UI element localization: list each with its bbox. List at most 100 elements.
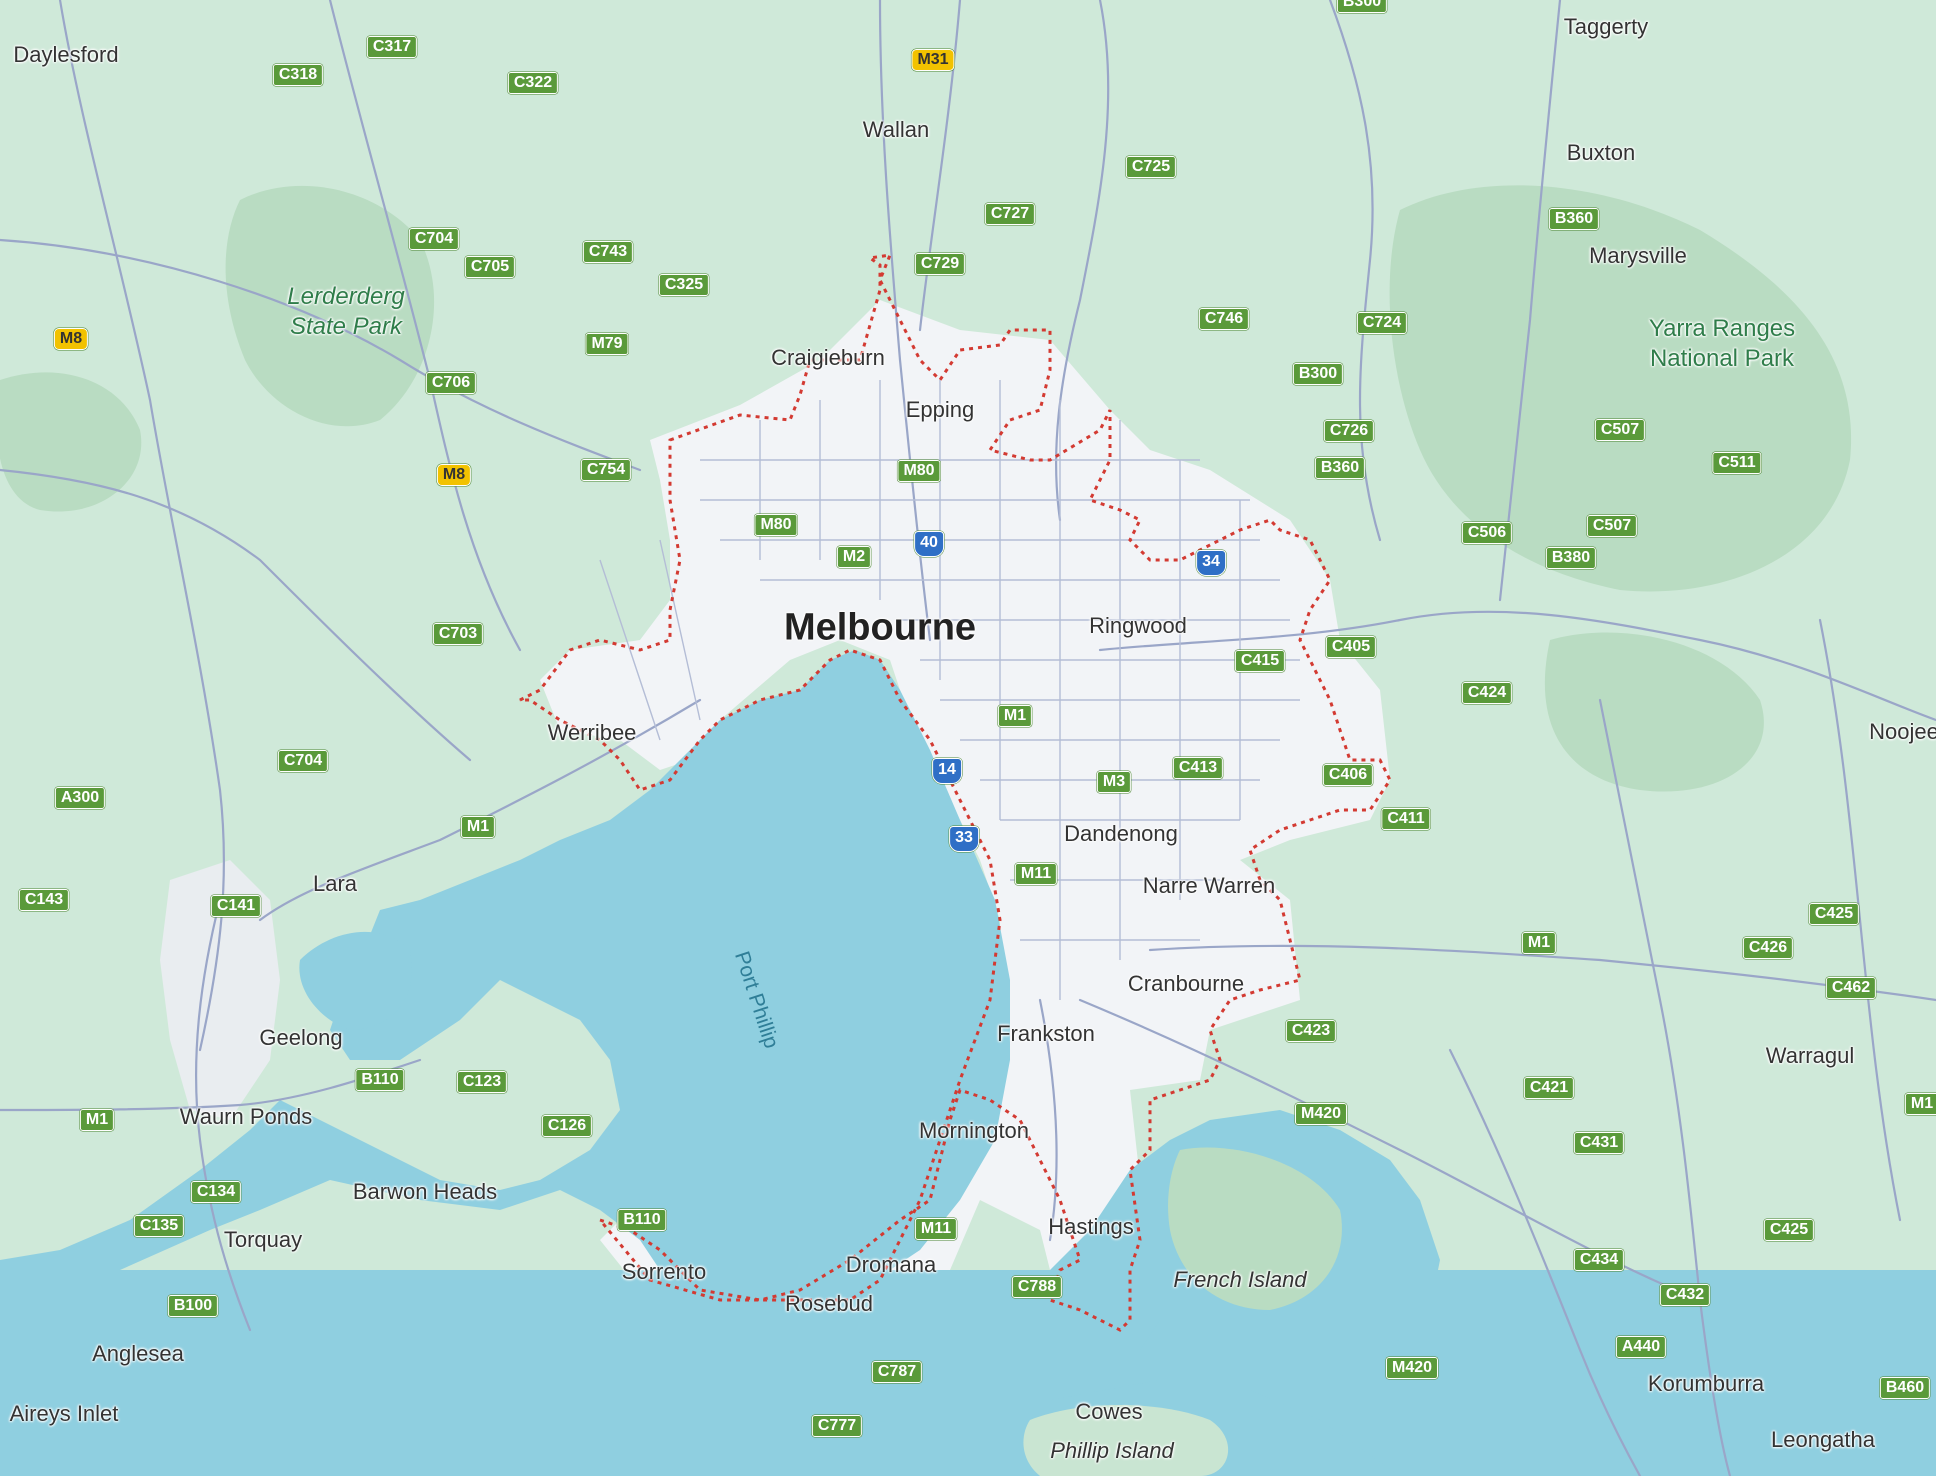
road-shield-c706[interactable]: C706 [425,372,477,394]
place-daylesford[interactable]: Daylesford [13,42,118,68]
road-shield-c425[interactable]: C425 [1808,903,1860,925]
place-korumburra[interactable]: Korumburra [1648,1371,1764,1397]
road-shield-c507[interactable]: C507 [1594,419,1646,441]
road-shield-40[interactable]: 40 [914,531,944,557]
road-shield-b300[interactable]: B300 [1292,363,1344,385]
island-french[interactable]: French Island [1173,1267,1306,1293]
road-shield-c507[interactable]: C507 [1586,515,1638,537]
road-shield-c777[interactable]: C777 [811,1415,863,1437]
place-frankston[interactable]: Frankston [997,1021,1095,1047]
road-shield-m11[interactable]: M11 [914,1218,958,1240]
place-marysville[interactable]: Marysville [1589,243,1687,269]
road-shield-c126[interactable]: C126 [541,1115,593,1137]
road-shield-m3[interactable]: M3 [1096,771,1132,793]
road-shield-c413[interactable]: C413 [1172,757,1224,779]
road-shield-c462[interactable]: C462 [1825,977,1877,999]
road-shield-c123[interactable]: C123 [456,1071,508,1093]
road-shield-c426[interactable]: C426 [1742,937,1794,959]
place-rosebud[interactable]: Rosebud [785,1291,873,1317]
road-shield-m1[interactable]: M1 [1904,1093,1936,1115]
road-shield-m1[interactable]: M1 [1521,932,1557,954]
place-dandenong[interactable]: Dandenong [1064,821,1178,847]
road-shield-c411[interactable]: C411 [1381,808,1431,830]
place-cowes[interactable]: Cowes [1075,1399,1142,1425]
road-shield-c431[interactable]: C431 [1573,1132,1625,1154]
road-shield-b360[interactable]: B360 [1548,208,1600,230]
map-canvas[interactable] [0,0,1936,1476]
road-shield-c787[interactable]: C787 [871,1361,923,1383]
place-craigieburn[interactable]: Craigieburn [771,345,885,371]
road-shield-14[interactable]: 14 [932,758,962,784]
place-warragul[interactable]: Warragul [1766,1043,1854,1069]
place-mornington[interactable]: Mornington [919,1118,1029,1144]
place-werribee[interactable]: Werribee [548,720,637,746]
road-shield-c432[interactable]: C432 [1659,1284,1711,1306]
road-shield-c726[interactable]: C726 [1323,420,1375,442]
road-shield-c725[interactable]: C725 [1125,156,1177,178]
place-hastings[interactable]: Hastings [1048,1214,1134,1240]
road-shield-c729[interactable]: C729 [914,253,966,275]
road-shield-c415[interactable]: C415 [1234,650,1286,672]
place-cranbourne[interactable]: Cranbourne [1128,971,1244,997]
road-shield-m80[interactable]: M80 [754,514,798,536]
road-shield-33[interactable]: 33 [949,826,979,852]
road-shield-m1[interactable]: M1 [79,1109,115,1131]
place-torquay[interactable]: Torquay [224,1227,302,1253]
road-shield-m31[interactable]: M31 [911,49,955,71]
road-shield-m420[interactable]: M420 [1385,1357,1439,1379]
road-shield-m8[interactable]: M8 [53,328,89,350]
road-shield-b360[interactable]: B360 [1314,457,1366,479]
place-geelong[interactable]: Geelong [259,1025,342,1051]
road-shield-c406[interactable]: C406 [1322,764,1374,786]
road-shield-m420[interactable]: M420 [1294,1103,1348,1125]
road-shield-c135[interactable]: C135 [133,1215,185,1237]
road-shield-c424[interactable]: C424 [1461,682,1513,704]
place-lara[interactable]: Lara [313,871,357,897]
road-shield-c754[interactable]: C754 [580,459,632,481]
road-shield-c318[interactable]: C318 [272,64,324,86]
road-shield-b100[interactable]: B100 [167,1295,219,1317]
road-shield-c788[interactable]: C788 [1011,1276,1063,1298]
road-shield-b300[interactable]: B300 [1336,0,1388,13]
road-shield-b110[interactable]: B110 [617,1209,667,1231]
road-shield-c724[interactable]: C724 [1356,312,1408,334]
island-phillip[interactable]: Phillip Island [1050,1438,1174,1464]
road-shield-c421[interactable]: C421 [1523,1077,1575,1099]
road-shield-c322[interactable]: C322 [507,72,559,94]
road-shield-c423[interactable]: C423 [1285,1020,1337,1042]
road-shield-m80[interactable]: M80 [897,460,941,482]
road-shield-m11[interactable]: M11 [1014,863,1058,885]
place-sorrento[interactable]: Sorrento [622,1259,706,1285]
road-shield-a440[interactable]: A440 [1615,1336,1667,1358]
road-shield-b380[interactable]: B380 [1545,547,1597,569]
place-anglesea[interactable]: Anglesea [92,1341,184,1367]
road-shield-c425[interactable]: C425 [1763,1219,1815,1241]
place-ringwood[interactable]: Ringwood [1089,613,1187,639]
road-shield-c746[interactable]: C746 [1198,308,1250,330]
road-shield-c704[interactable]: C704 [277,750,329,772]
road-shield-34[interactable]: 34 [1196,550,1226,576]
place-epping[interactable]: Epping [906,397,975,423]
road-shield-c405[interactable]: C405 [1325,636,1377,658]
place-aireys-inlet[interactable]: Aireys Inlet [10,1401,119,1427]
road-shield-c143[interactable]: C143 [18,889,70,911]
place-noojee[interactable]: Noojee [1869,719,1936,745]
road-shield-m8[interactable]: M8 [436,464,472,486]
place-barwon-heads[interactable]: Barwon Heads [353,1179,497,1205]
road-shield-b110[interactable]: B110 [355,1069,405,1091]
place-melbourne[interactable]: Melbourne [784,607,976,650]
road-shield-c704[interactable]: C704 [408,228,460,250]
road-shield-c705[interactable]: C705 [464,256,516,278]
road-shield-c703[interactable]: C703 [432,623,484,645]
road-shield-m79[interactable]: M79 [585,333,629,355]
road-shield-c743[interactable]: C743 [582,241,634,263]
place-narre-warren[interactable]: Narre Warren [1143,873,1275,899]
road-shield-c727[interactable]: C727 [984,203,1036,225]
road-shield-c434[interactable]: C434 [1573,1249,1625,1271]
place-taggerty[interactable]: Taggerty [1564,14,1648,40]
road-shield-m1[interactable]: M1 [460,816,496,838]
road-shield-c134[interactable]: C134 [190,1181,242,1203]
place-leongatha[interactable]: Leongatha [1771,1427,1875,1453]
road-shield-m1[interactable]: M1 [997,705,1033,727]
park-lerderderg-state-park[interactable]: Lerderderg State Park [287,282,404,342]
